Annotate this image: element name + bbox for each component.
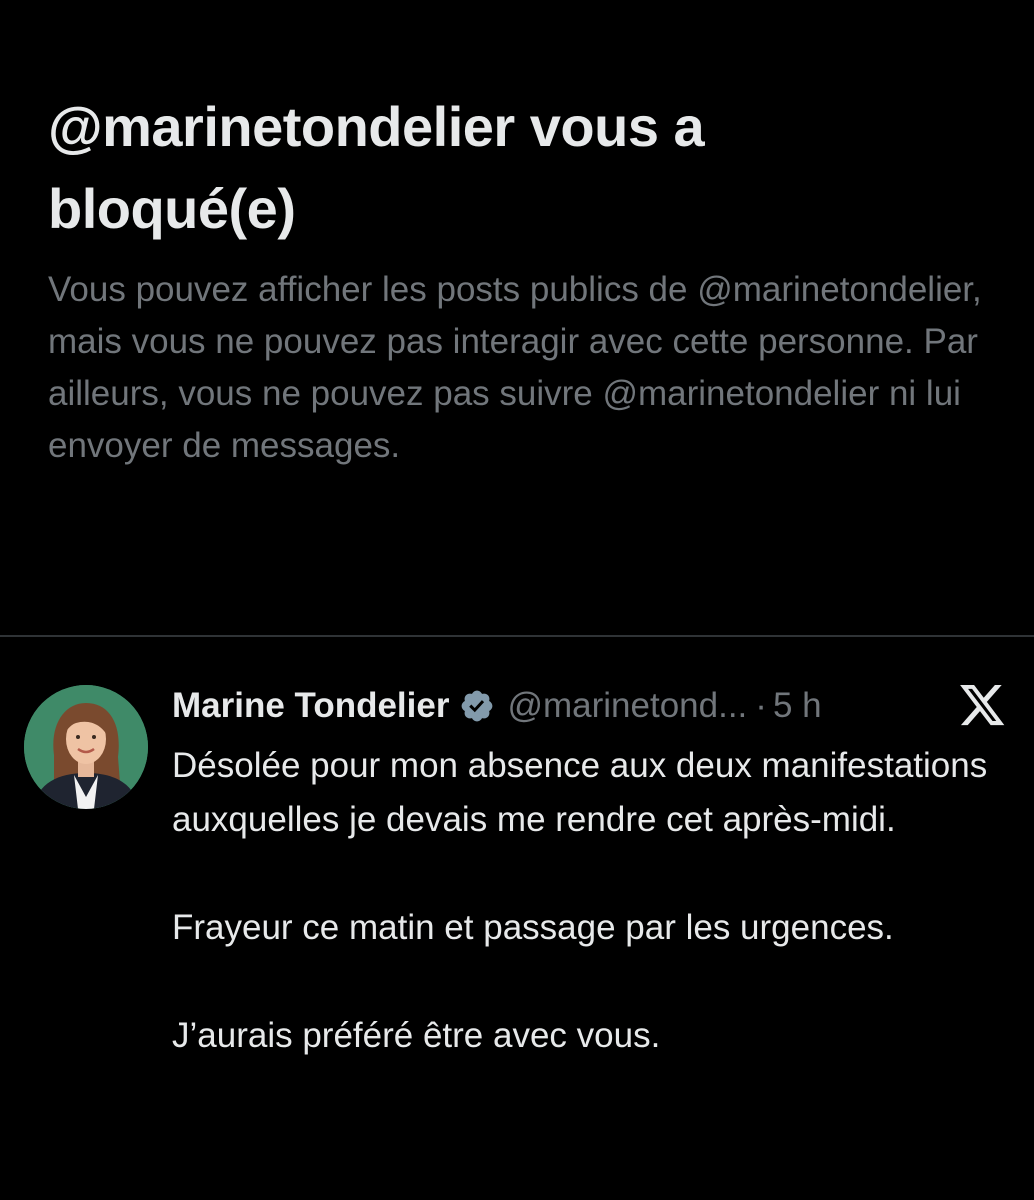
tweet-paragraph: J’aurais préféré être avec vous. bbox=[172, 1016, 661, 1055]
blocked-description: Vous pouvez afficher les posts publics d… bbox=[48, 270, 982, 465]
tweet-timestamp[interactable]: 5 h bbox=[773, 686, 822, 726]
blocked-notice: @marinetondelier vous a bloqué(e) Vous p… bbox=[48, 86, 998, 472]
tweet-text: Désolée pour mon absence aux deux manife… bbox=[172, 739, 992, 1063]
blocked-title: @marinetondelier vous a bloqué(e) bbox=[48, 86, 998, 250]
avatar-photo bbox=[24, 685, 148, 809]
tweet-paragraph: Désolée pour mon absence aux deux manife… bbox=[172, 746, 988, 839]
avatar[interactable] bbox=[24, 685, 148, 809]
tweet[interactable]: Marine Tondelier @marinetond... · 5 h Dé… bbox=[0, 637, 1034, 1200]
tweet-paragraph: Frayeur ce matin et passage par les urge… bbox=[172, 908, 894, 947]
separator-dot: · bbox=[755, 686, 767, 725]
blocked-title-line-2: bloqué(e) bbox=[48, 177, 296, 240]
blocked-title-line-1: @marinetondelier vous a bbox=[48, 95, 705, 158]
x-logo-icon[interactable] bbox=[960, 685, 1006, 727]
tweet-header: Marine Tondelier @marinetond... · 5 h bbox=[172, 683, 822, 729]
author-handle[interactable]: @marinetond... bbox=[507, 686, 747, 726]
author-name[interactable]: Marine Tondelier bbox=[172, 686, 449, 726]
verified-badge-icon bbox=[459, 688, 495, 724]
